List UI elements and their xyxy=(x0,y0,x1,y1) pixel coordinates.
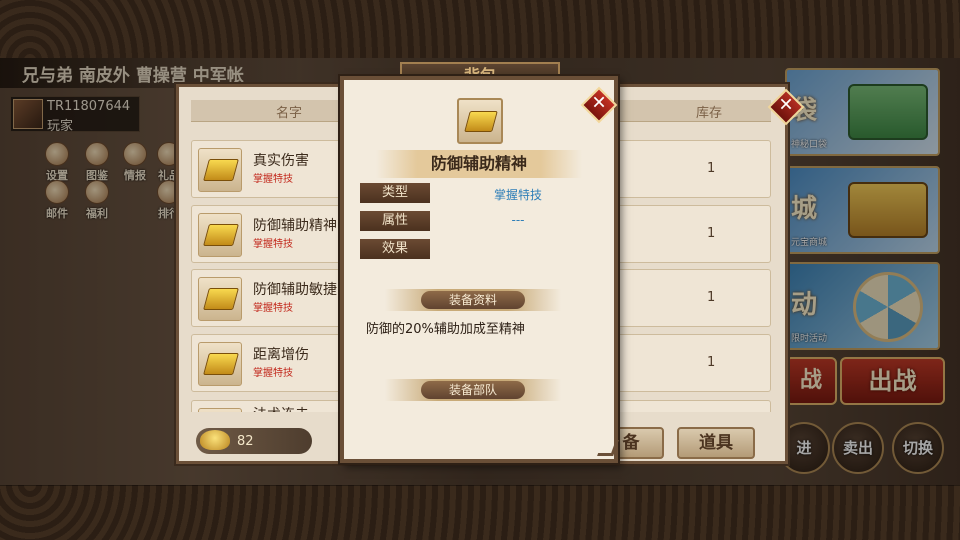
top-pattern-border xyxy=(0,0,960,60)
skill-scroll-icon xyxy=(198,408,242,412)
skill-scroll-icon xyxy=(198,148,242,192)
section-equip-info: 装备资料 xyxy=(385,289,561,311)
section-equip-troops: 装备部队 xyxy=(385,379,561,401)
tab-items[interactable]: 道具 xyxy=(677,427,755,459)
attr-label-property: 属性 xyxy=(360,211,430,231)
attr-label-effect: 效果 xyxy=(360,239,430,259)
column-name-header: 名字 xyxy=(276,106,303,121)
column-stock-header: 库存 xyxy=(696,106,723,121)
skill-scroll-icon xyxy=(457,98,503,144)
detail-title: 防御辅助精神 xyxy=(376,150,582,178)
skill-scroll-icon xyxy=(198,213,242,257)
gold-ingot-icon xyxy=(200,430,230,450)
item-description: 防御的20%辅助加成至精神 xyxy=(366,322,525,337)
close-icon: ✕ xyxy=(778,94,794,116)
close-icon: ✕ xyxy=(591,92,607,114)
skill-scroll-icon xyxy=(198,277,242,321)
attr-value-type: 掌握特技 xyxy=(493,188,542,202)
attr-value-property: --- xyxy=(511,213,525,227)
attr-label-type: 类型 xyxy=(360,183,430,203)
bottom-pattern-border xyxy=(0,485,960,540)
gold-count: 82 xyxy=(237,434,254,449)
skill-scroll-icon xyxy=(198,342,242,386)
